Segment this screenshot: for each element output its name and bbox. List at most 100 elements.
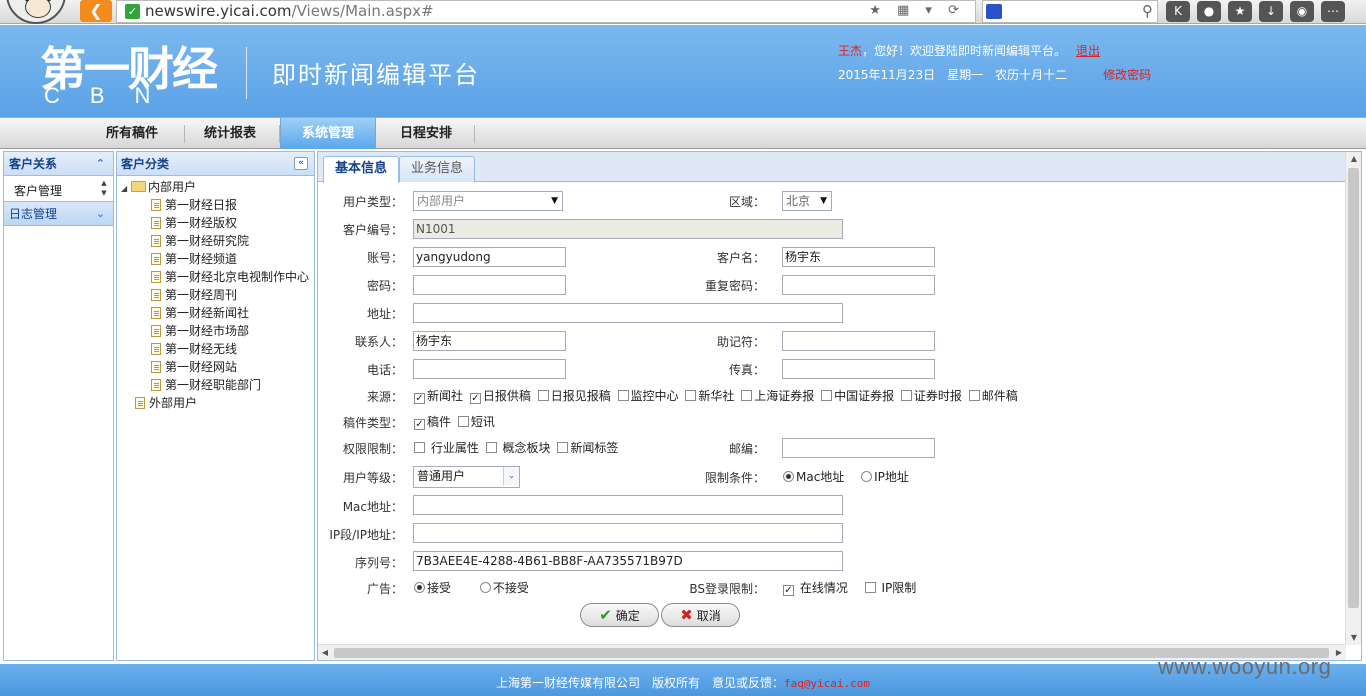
ad-accept-radio[interactable]: 接受 [411,581,451,595]
tree-leaf[interactable]: 第一财经网站 [151,358,237,376]
repeat-password-field[interactable] [782,275,935,295]
search-box[interactable]: ⚲ [982,0,1158,23]
scroll-left-icon[interactable]: ◀ [318,645,332,660]
source-checkbox[interactable]: 中国证券报 [818,389,894,403]
serial-field[interactable]: 7B3AEE4E-4288-4B61-BB8F-AA735571B97D [413,551,843,571]
chevron-down-icon[interactable]: ⌄ [503,467,519,485]
nav-schedule[interactable]: 日程安排 [382,118,470,149]
ad-reject-radio[interactable]: 不接受 [477,581,529,595]
scroll-down-icon[interactable]: ▼ [1346,631,1361,645]
checkbox-icon[interactable] [414,442,425,453]
scroll-up-icon[interactable]: ▲ [1346,152,1361,166]
bs-ip-checkbox[interactable]: IP限制 [862,581,916,595]
checkbox-checked-icon[interactable]: ✓ [783,585,794,596]
accordion-customer-relations[interactable]: 客户关系 ⌃ [4,152,113,176]
mac-field[interactable] [413,495,843,515]
download-icon[interactable]: ↓ [1259,1,1283,22]
radio-selected-icon[interactable] [414,582,425,593]
feedback-email-link[interactable]: faq@yicai.com [784,677,870,690]
tree-leaf[interactable]: 第一财经周刊 [151,286,237,304]
region-select[interactable]: 北京 ▼ [782,191,832,211]
checkbox-icon[interactable] [537,390,549,401]
checkbox-icon[interactable] [617,390,629,401]
star-icon[interactable]: ★ [1228,1,1252,22]
menu-customer-management[interactable]: 客户管理 [14,182,62,199]
checkbox-icon[interactable] [968,390,980,401]
expand-down-icon[interactable]: ⌄ [96,202,105,226]
nav-statistics[interactable]: 统计报表 [186,118,274,149]
source-checkbox[interactable]: 上海证券报 [738,389,814,403]
tree-leaf[interactable]: 第一财经日报 [151,196,237,214]
radio-icon[interactable] [861,471,873,482]
password-field[interactable] [413,275,566,295]
change-password-link[interactable]: 修改密码 [1103,68,1151,82]
ip-field[interactable] [413,523,843,543]
mini-scrollbar[interactable]: ▲ ▼ [99,178,109,200]
zipcode-field[interactable] [782,438,935,458]
checkbox-icon[interactable] [741,390,753,401]
article-type-checkbox[interactable]: 短讯 [455,415,495,429]
menu-icon[interactable]: ⋯ [1321,1,1345,22]
source-checkbox[interactable]: 证券时报 [898,389,962,403]
phone-field[interactable] [413,359,566,379]
search-icon[interactable]: ⚲ [1142,2,1153,20]
article-type-checkbox[interactable]: ✓ 稿件 [411,415,451,430]
tree-leaf[interactable]: 第一财经新闻社 [151,304,249,322]
source-checkbox[interactable]: 日报见报稿 [535,389,611,403]
checkbox-checked-icon[interactable]: ✓ [469,393,481,404]
customer-name-field[interactable]: 杨宇东 [782,247,935,267]
source-checkbox[interactable]: 新华社 [682,389,734,403]
checkbox-icon[interactable] [685,390,697,401]
source-checkbox[interactable]: ✓ 新闻社 [411,389,463,404]
checkbox-icon[interactable] [900,390,912,401]
collapse-up-icon[interactable]: ⌃ [96,152,105,176]
fax-field[interactable] [782,359,935,379]
bs-online-checkbox[interactable]: ✓ 在线情况 [780,581,848,596]
browser-avatar-icon[interactable] [6,0,66,24]
accordion-log-management[interactable]: 日志管理 ⌄ [4,202,113,226]
tree-leaf[interactable]: 第一财经职能部门 [151,376,261,394]
tree-leaf[interactable]: 第一财经无线 [151,340,237,358]
confirm-button[interactable]: ✔ 确定 [580,603,659,627]
scroll-thumb[interactable] [1348,168,1359,608]
address-bar[interactable]: ✓ newswire.yicai.com/Views/Main.aspx# ★ … [116,0,976,23]
checkbox-icon[interactable] [821,390,833,401]
permission-checkbox[interactable]: 概念板块 [483,441,551,455]
contact-field[interactable]: 杨宇东 [413,331,566,351]
k-icon[interactable]: K [1166,1,1190,22]
mnemonic-field[interactable] [782,331,935,351]
nav-system-management[interactable]: 系统管理 [280,118,376,149]
checkbox-checked-icon[interactable]: ✓ [414,419,425,430]
tree-leaf[interactable]: 第一财经研究院 [151,232,249,250]
source-checkbox[interactable]: 邮件稿 [966,389,1018,403]
address-field[interactable] [413,303,843,323]
tree-leaf[interactable]: 第一财经频道 [151,250,237,268]
vertical-scrollbar[interactable]: ▲ ▼ [1345,152,1361,645]
restriction-mac-radio[interactable]: Mac地址 [780,470,844,484]
tab-business-info[interactable]: 业务信息 [399,156,476,182]
game-icon[interactable]: ◉ [1290,1,1314,22]
source-checkbox[interactable]: 监控中心 [615,389,679,403]
permission-checkbox[interactable]: 行业属性 [411,441,479,455]
radio-selected-icon[interactable] [783,471,794,482]
checkbox-icon[interactable] [485,442,497,453]
tree-node-internal[interactable]: ◢ 内部用户 [121,178,196,196]
tree-leaf[interactable]: 第一财经版权 [151,214,237,232]
search-engine-icon[interactable] [986,4,1002,19]
back-button[interactable]: ❮ [80,0,112,22]
checkbox-icon[interactable] [557,442,569,453]
address-bar-icons[interactable]: ★ ▦ ▾ ⟳ [869,3,965,18]
source-checkbox[interactable]: ✓ 日报供稿 [467,389,531,404]
user-type-select[interactable]: 内部用户 ▼ [413,191,563,211]
radio-icon[interactable] [479,582,491,593]
account-field[interactable]: yangyudong [413,247,566,267]
permission-checkbox[interactable]: 新闻标签 [554,441,618,455]
tree-leaf[interactable]: 第一财经北京电视制作中心 [151,268,309,286]
restriction-ip-radio[interactable]: IP地址 [858,470,909,484]
collapse-panel-icon[interactable]: « [294,157,308,170]
cancel-button[interactable]: ✖ 取消 [661,603,740,627]
tree-node-external[interactable]: 外部用户 [135,394,197,412]
nav-all-articles[interactable]: 所有稿件 [88,118,176,149]
checkbox-icon[interactable] [457,416,469,427]
checkbox-icon[interactable] [864,582,876,593]
